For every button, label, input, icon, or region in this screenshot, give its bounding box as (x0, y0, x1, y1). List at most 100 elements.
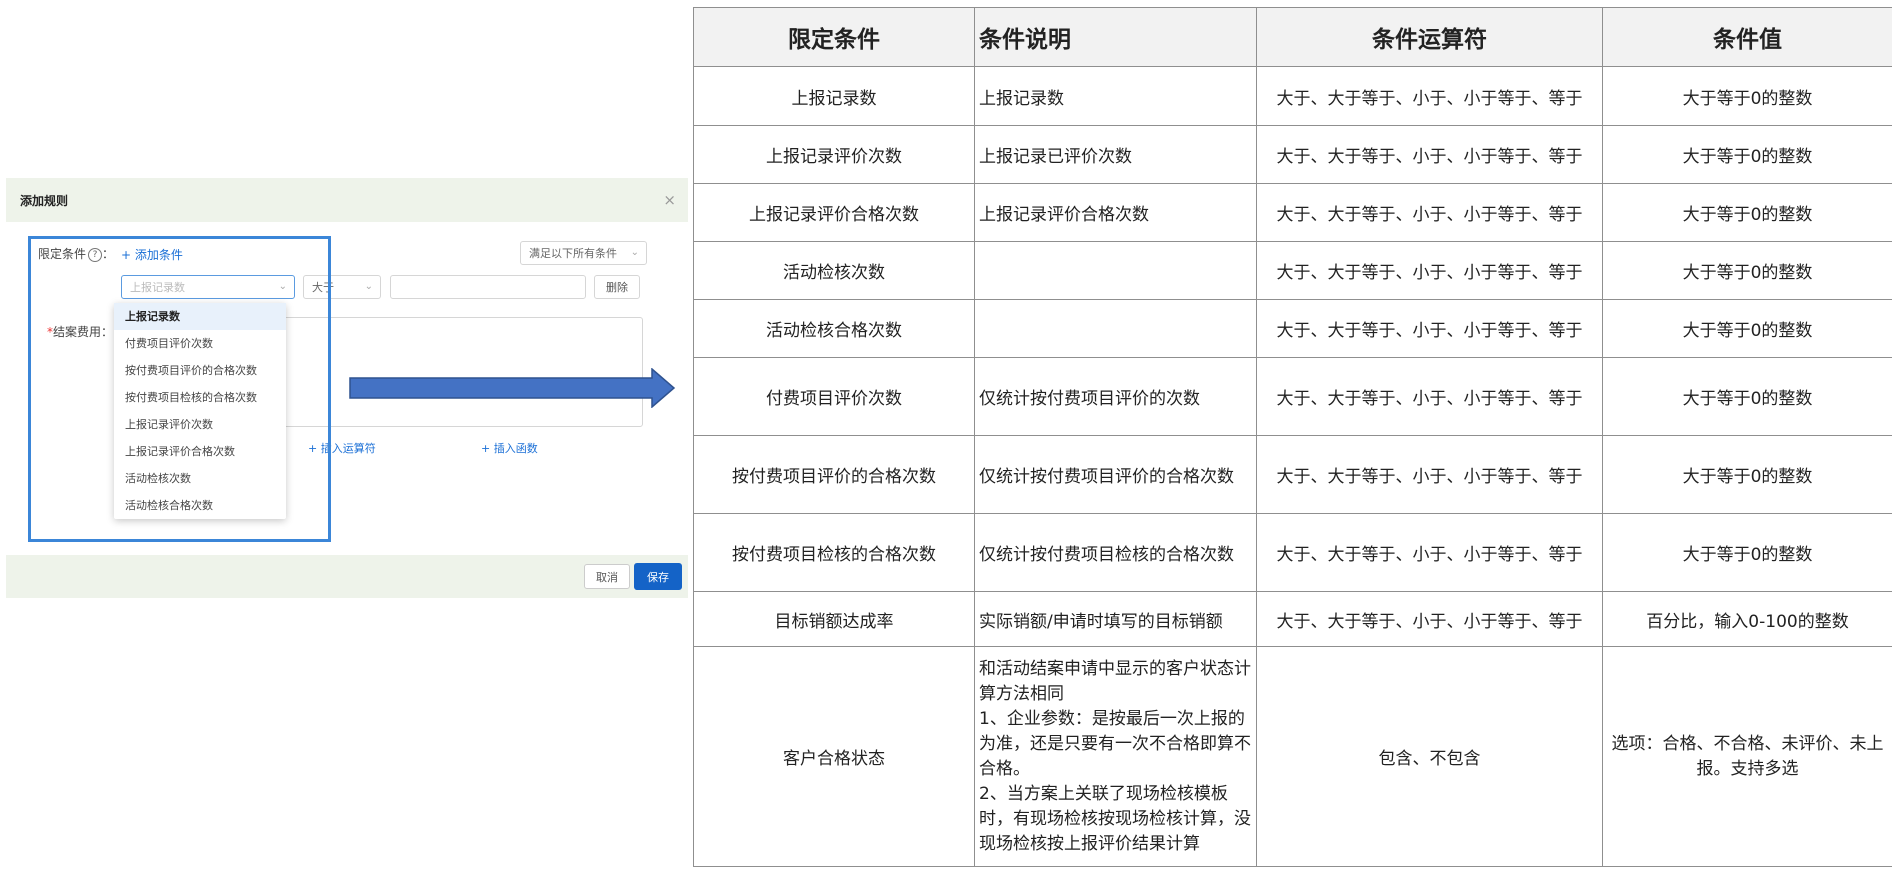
table-row: 上报记录评价次数 上报记录已评价次数 大于、大于等于、小于、小于等于、等于 大于… (693, 125, 1892, 184)
cell-description: 和活动结案申请中显示的客户状态计 算方法相同 1、企业参数：是按最后一次上报的 … (974, 646, 1257, 867)
help-icon[interactable]: ? (88, 247, 103, 262)
condition-field-select[interactable]: 上报记录数 ⌄ (121, 275, 295, 299)
cell-description: 仅统计按付费项目评价的合格次数 (974, 435, 1257, 514)
table-row: 付费项目评价次数 仅统计按付费项目评价的次数 大于、大于等于、小于、小于等于、等… (693, 357, 1892, 436)
cell-value: 大于等于0的整数 (1602, 241, 1892, 300)
description-line: 和活动结案申请中显示的客户状态计 (979, 658, 1251, 679)
description-line: 时，有现场检核按现场检核计算，没 (979, 808, 1251, 829)
insert-function-link[interactable]: + 插入函数 (481, 440, 538, 456)
value-line: 选项：合格、不合格、未评价、未上 (1611, 733, 1884, 754)
description-line: 现场检核按上报评价结果计算 (979, 833, 1200, 854)
condition-spec-table: 限定条件 条件说明 条件运算符 条件值 上报记录数 上报记录数 大于、大于等于、… (693, 7, 1892, 867)
close-icon[interactable]: × (663, 191, 676, 209)
cell-condition: 客户合格状态 (693, 646, 975, 867)
chevron-down-icon: ⌄ (630, 247, 639, 258)
cell-value: 大于等于0的整数 (1602, 183, 1892, 242)
cell-operators: 大于、大于等于、小于、小于等于、等于 (1256, 241, 1603, 300)
cell-description (974, 299, 1257, 358)
cell-condition: 上报记录评价次数 (693, 125, 975, 184)
dialog-header: 添加规则 × (6, 178, 688, 222)
table-row: 客户合格状态 和活动结案申请中显示的客户状态计 算方法相同 1、企业参数：是按最… (693, 646, 1892, 867)
cell-description: 上报记录数 (974, 66, 1257, 126)
table-header-row: 限定条件 条件说明 条件运算符 条件值 (693, 7, 1892, 67)
dropdown-option[interactable]: 按付费项目检核的合格次数 (114, 384, 286, 411)
cell-value: 选项：合格、不合格、未评价、未上 报。支持多选 (1602, 646, 1892, 867)
description-line: 1、企业参数：是按最后一次上报的 (979, 708, 1245, 729)
right-arrow-icon (349, 368, 676, 408)
cell-condition: 按付费项目评价的合格次数 (693, 435, 975, 514)
cell-condition: 活动检核合格次数 (693, 299, 975, 358)
header-condition: 限定条件 (693, 7, 975, 67)
cell-value: 大于等于0的整数 (1602, 435, 1892, 514)
fee-label-text: 结案费用： (53, 325, 114, 339)
table-row: 目标销额达成率 实际销额/申请时填写的目标销额 大于、大于等于、小于、小于等于、… (693, 591, 1892, 647)
cell-value: 百分比，输入0-100的整数 (1602, 591, 1892, 647)
cell-description (974, 241, 1257, 300)
add-condition-link[interactable]: + 添加条件 (121, 246, 183, 263)
table-row: 活动检核次数 大于、大于等于、小于、小于等于、等于 大于等于0的整数 (693, 241, 1892, 300)
dropdown-option[interactable]: 活动检核次数 (114, 465, 286, 492)
cell-condition: 按付费项目检核的合格次数 (693, 513, 975, 592)
header-description: 条件说明 (974, 7, 1257, 67)
dropdown-option[interactable]: 上报记录评价次数 (114, 411, 286, 438)
dialog-title: 添加规则 (20, 193, 69, 208)
cell-description: 实际销额/申请时填写的目标销额 (974, 591, 1257, 647)
cell-condition: 上报记录评价合格次数 (693, 183, 975, 242)
save-button[interactable]: 保存 (634, 563, 682, 590)
cell-operators: 大于、大于等于、小于、小于等于、等于 (1256, 299, 1603, 358)
condition-label-text: 限定条件 (38, 247, 87, 261)
cell-operators: 大于、大于等于、小于、小于等于、等于 (1256, 183, 1603, 242)
condition-value-input[interactable] (390, 275, 586, 299)
cell-value: 大于等于0的整数 (1602, 66, 1892, 126)
dropdown-option[interactable]: 活动检核合格次数 (114, 492, 286, 519)
table-row: 上报记录数 上报记录数 大于、大于等于、小于、小于等于、等于 大于等于0的整数 (693, 66, 1892, 126)
cell-condition: 上报记录数 (693, 66, 975, 126)
cell-description: 仅统计按付费项目评价的次数 (974, 357, 1257, 436)
cell-value: 大于等于0的整数 (1602, 513, 1892, 592)
arrow-shape (349, 368, 676, 408)
condition-dropdown: 上报记录数 付费项目评价次数 按付费项目评价的合格次数 按付费项目检核的合格次数… (114, 303, 286, 519)
cell-condition: 活动检核次数 (693, 241, 975, 300)
cell-condition: 目标销额达成率 (693, 591, 975, 647)
cell-value: 大于等于0的整数 (1602, 357, 1892, 436)
cell-value: 大于等于0的整数 (1602, 299, 1892, 358)
cell-condition: 付费项目评价次数 (693, 357, 975, 436)
description-line: 合格。 (979, 758, 1030, 779)
value-line: 报。支持多选 (1696, 758, 1799, 779)
match-mode-select[interactable]: 满足以下所有条件 ⌄ (520, 241, 647, 265)
dropdown-option[interactable]: 上报记录数 (114, 303, 286, 330)
cell-description: 仅统计按付费项目检核的合格次数 (974, 513, 1257, 592)
dropdown-option[interactable]: 按付费项目评价的合格次数 (114, 357, 286, 384)
table-row: 按付费项目评价的合格次数 仅统计按付费项目评价的合格次数 大于、大于等于、小于、… (693, 435, 1892, 514)
match-mode-value: 满足以下所有条件 (529, 247, 617, 260)
description-line: 算方法相同 (979, 683, 1064, 704)
condition-label: 限定条件?： (38, 245, 114, 262)
delete-button[interactable]: 删除 (594, 275, 640, 299)
chevron-down-icon: ⌄ (278, 281, 287, 292)
description-line: 2、当方案上关联了现场检核模板 (979, 783, 1228, 804)
dropdown-option[interactable]: 付费项目评价次数 (114, 330, 286, 357)
header-operators: 条件运算符 (1256, 7, 1603, 67)
cell-operators: 大于、大于等于、小于、小于等于、等于 (1256, 435, 1603, 514)
table-row: 活动检核合格次数 大于、大于等于、小于、小于等于、等于 大于等于0的整数 (693, 299, 1892, 358)
cell-value: 大于等于0的整数 (1602, 125, 1892, 184)
dropdown-option[interactable]: 上报记录评价合格次数 (114, 438, 286, 465)
table-row: 按付费项目检核的合格次数 仅统计按付费项目检核的合格次数 大于、大于等于、小于、… (693, 513, 1892, 592)
insert-operator-link[interactable]: + 插入运算符 (308, 440, 376, 456)
cancel-button[interactable]: 取消 (584, 564, 630, 589)
description-line: 为准，还是只要有一次不合格即算不 (979, 733, 1251, 754)
condition-label-colon: ： (102, 247, 115, 261)
cell-description: 上报记录已评价次数 (974, 125, 1257, 184)
cell-operators: 大于、大于等于、小于、小于等于、等于 (1256, 125, 1603, 184)
fee-label: *结案费用： (47, 323, 113, 340)
condition-field-placeholder: 上报记录数 (130, 281, 185, 294)
cell-operators: 大于、大于等于、小于、小于等于、等于 (1256, 357, 1603, 436)
table-row: 上报记录评价合格次数 上报记录评价合格次数 大于、大于等于、小于、小于等于、等于… (693, 183, 1892, 242)
cell-description: 上报记录评价合格次数 (974, 183, 1257, 242)
cell-operators: 大于、大于等于、小于、小于等于、等于 (1256, 66, 1603, 126)
operator-select[interactable]: 大于 ⌄ (303, 275, 381, 299)
cell-operators: 包含、不包含 (1256, 646, 1603, 867)
cell-operators: 大于、大于等于、小于、小于等于、等于 (1256, 513, 1603, 592)
header-value: 条件值 (1602, 7, 1892, 67)
operator-value: 大于 (312, 281, 334, 294)
